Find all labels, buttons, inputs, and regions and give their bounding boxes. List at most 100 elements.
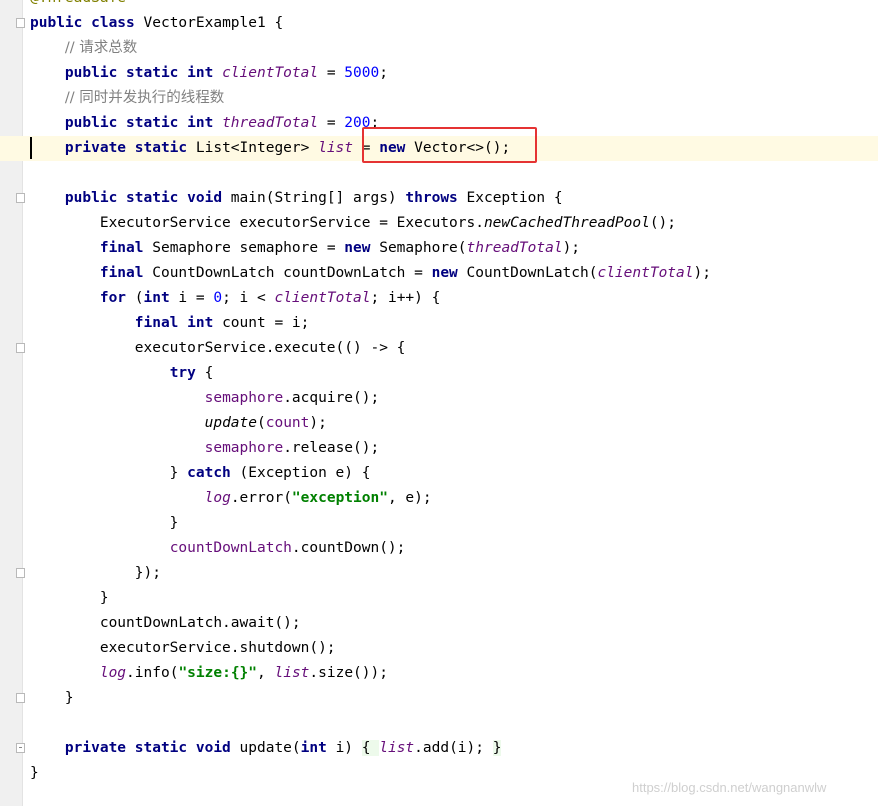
code-token: List<Integer>	[195, 140, 319, 156]
code-token: countDownLatch.await();	[30, 615, 301, 631]
code-line-text: ExecutorService executorService = Execut…	[30, 211, 676, 236]
code-line-text: countDownLatch.await();	[30, 611, 301, 636]
code-line-text: semaphore.release();	[30, 436, 380, 461]
code-token: public static void	[64, 190, 231, 206]
code-token: .info(	[126, 665, 179, 681]
code-token: =	[318, 115, 345, 131]
code-token: {	[361, 740, 380, 756]
code-line-text: log.error("exception", e);	[30, 486, 432, 511]
code-line-text: public static int clientTotal = 5000;	[30, 61, 388, 86]
code-token: });	[30, 565, 161, 581]
code-token: public class	[30, 15, 144, 31]
fold-marker-class[interactable]	[16, 18, 25, 28]
code-token: newCachedThreadPool	[483, 215, 650, 231]
code-token: list	[318, 140, 354, 156]
code-line-text: semaphore.acquire();	[30, 386, 380, 411]
code-token: CountDownLatch(	[466, 265, 598, 281]
code-line-text: executorService.execute(() -> {	[30, 336, 406, 361]
code-token: }	[30, 765, 39, 781]
fold-marker-lambda-end[interactable]	[16, 568, 25, 578]
code-token: }	[30, 690, 74, 706]
code-line-text: final int count = i;	[30, 311, 310, 336]
code-token: executorService.execute(() -> {	[30, 340, 406, 356]
code-token: new	[344, 240, 380, 256]
code-token: VectorExample1 {	[143, 15, 284, 31]
code-token: i)	[335, 740, 362, 756]
code-token: ; i++) {	[370, 290, 441, 306]
code-token: 0	[213, 290, 223, 306]
code-token: executorService.shutdown();	[30, 640, 336, 656]
fold-marker-update[interactable]	[16, 743, 25, 753]
code-token: clientTotal	[222, 65, 319, 81]
code-token: clientTotal	[597, 265, 694, 281]
code-token: public static int	[64, 115, 223, 131]
code-line-text: }	[30, 686, 74, 711]
code-token: for	[99, 290, 135, 306]
code-token: ; i <	[222, 290, 275, 306]
fold-marker-lambda[interactable]	[16, 343, 25, 353]
annotation-highlight-box	[362, 127, 537, 163]
code-line-text: public static void main(String[] args) t…	[30, 186, 563, 211]
code-token: ExecutorService executorService = Execut…	[30, 215, 484, 231]
code-token: {	[204, 365, 214, 381]
code-token: final int	[134, 315, 223, 331]
code-token: @ThreadSafe	[30, 0, 126, 6]
code-token: .release();	[283, 440, 380, 456]
code-token: "size:{}"	[178, 665, 258, 681]
code-token: (	[257, 415, 266, 431]
code-token: Semaphore(	[379, 240, 467, 256]
code-token: list	[379, 740, 415, 756]
fold-marker-main-end[interactable]	[16, 693, 25, 703]
code-token: .acquire();	[283, 390, 380, 406]
code-token: count	[265, 415, 310, 431]
code-line-text: public static int threadTotal = 200;	[30, 111, 379, 136]
code-token: update(	[239, 740, 301, 756]
code-line-text: try {	[30, 361, 214, 386]
code-token: );	[309, 415, 327, 431]
code-token: );	[693, 265, 711, 281]
code-token: semaphore	[204, 440, 284, 456]
code-line-text: update(count);	[30, 411, 327, 436]
code-token: countDownLatch	[169, 540, 292, 556]
code-line-text: countDownLatch.countDown();	[30, 536, 406, 561]
code-token: ;	[379, 65, 388, 81]
code-line-text: }	[30, 511, 179, 536]
code-line-text: } catch (Exception e) {	[30, 461, 371, 486]
code-token: =	[318, 65, 345, 81]
code-token: clientTotal	[274, 290, 371, 306]
code-token: main(String[] args)	[230, 190, 406, 206]
code-token: catch	[187, 465, 240, 481]
code-token: Exception {	[466, 190, 563, 206]
code-token: private static	[64, 140, 196, 156]
code-token: 5000	[344, 65, 380, 81]
code-line-text: }	[30, 586, 109, 611]
code-token: CountDownLatch countDownLatch =	[152, 265, 432, 281]
code-token: }	[30, 590, 109, 606]
code-line-text: // 请求总数	[30, 36, 137, 61]
code-token: log	[99, 665, 127, 681]
code-token: threadTotal	[222, 115, 319, 131]
code-token: int	[300, 740, 336, 756]
code-token: "exception"	[291, 490, 388, 506]
code-token: }	[30, 465, 188, 481]
code-token: log	[204, 490, 231, 506]
code-token: private static void	[64, 740, 240, 756]
code-token: (	[134, 290, 144, 306]
code-token: i =	[178, 290, 214, 306]
code-token: ();	[649, 215, 677, 231]
code-token: final	[99, 265, 153, 281]
code-token: // 请求总数	[64, 40, 138, 56]
fold-marker-main[interactable]	[16, 193, 25, 203]
code-editor[interactable]: @ThreadSafe public class VectorExample1 {…	[0, 0, 878, 806]
